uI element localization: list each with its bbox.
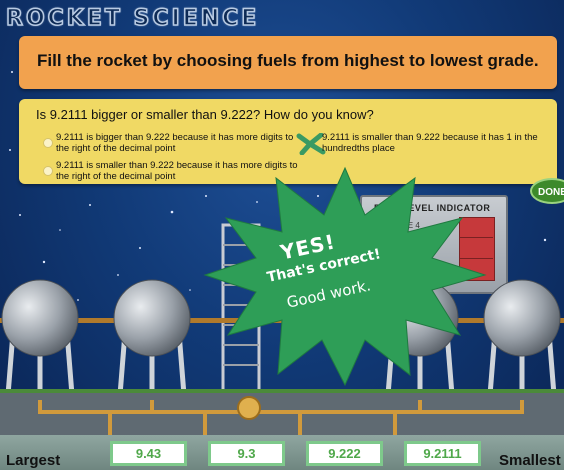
- option-1-text[interactable]: 9.2111 is bigger than 9.222 because it h…: [56, 132, 302, 154]
- smallest-label: Smallest: [499, 452, 561, 469]
- feedback-popup: YES! That's correct! Good work.: [200, 160, 490, 390]
- largest-label: Largest: [6, 452, 61, 469]
- option-3-text[interactable]: 9.2111 is smaller than 9.222 because it …: [322, 132, 552, 154]
- instruction-text: Fill the rocket by choosing fuels from h…: [37, 51, 539, 70]
- question-text: Is 9.2111 bigger or smaller than 9.222? …: [36, 107, 374, 122]
- game-title: ROCKET SCIENCE: [5, 5, 260, 32]
- starburst-shape: [203, 166, 487, 387]
- answer-slot-3[interactable]: 9.222: [306, 441, 383, 466]
- answer-slot-4[interactable]: 9.2111: [404, 441, 481, 466]
- answer-slot-1[interactable]: 9.43: [110, 441, 187, 466]
- option-1-radio[interactable]: [43, 138, 53, 148]
- answer-slot-2[interactable]: 9.3: [208, 441, 285, 466]
- instruction-banner: Fill the rocket by choosing fuels from h…: [19, 36, 557, 89]
- option-2-radio[interactable]: [43, 166, 53, 176]
- game-scene: ROCKET SCIENCE Fill the rocket by choosi…: [0, 0, 564, 470]
